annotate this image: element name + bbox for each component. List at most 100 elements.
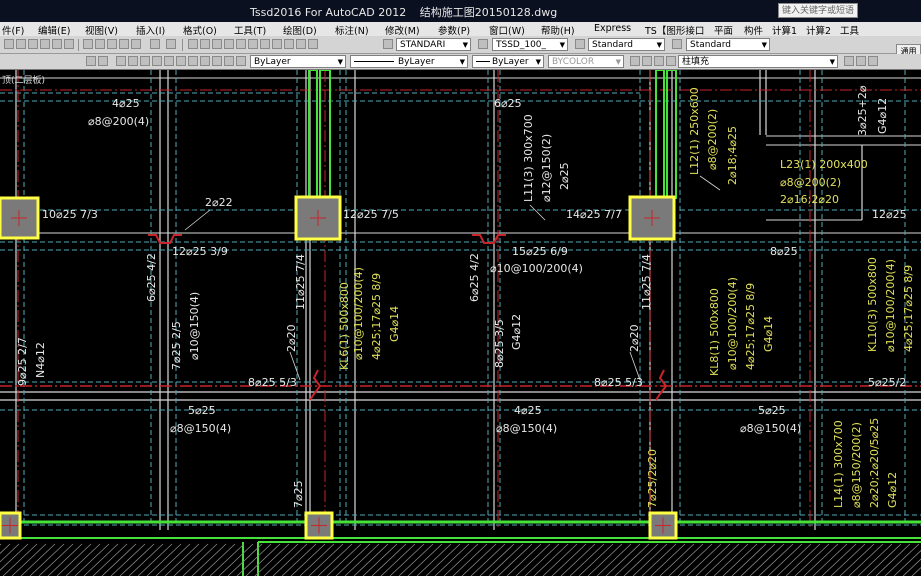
publish-icon[interactable] [64, 39, 74, 49]
sun-icon[interactable] [642, 56, 652, 66]
lock-icon[interactable] [654, 56, 664, 66]
menu-draw[interactable]: 绘图(D) [283, 23, 317, 37]
zoom-window-icon[interactable] [212, 39, 222, 49]
rebar-annotation: KL6(1) 500x800 [338, 282, 351, 370]
layer-color-icon[interactable] [152, 56, 162, 66]
cut-icon[interactable] [83, 39, 93, 49]
layer-lock-icon[interactable] [200, 56, 210, 66]
rebar-annotation: G4⌀14 [388, 306, 401, 342]
print-icon[interactable] [40, 39, 50, 49]
rebar-annotation: 7⌀25 [292, 480, 305, 508]
layer-dropdown[interactable]: 柱填充 ▼ [678, 55, 838, 68]
rebar-annotation: 8⌀25 [770, 245, 798, 258]
rebar-annotation: 3⌀25+2⌀ [856, 85, 869, 136]
properties-icon[interactable] [236, 39, 246, 49]
pan-icon[interactable] [188, 39, 198, 49]
menu-component[interactable]: 构件 [744, 23, 763, 37]
layer-previous-icon[interactable] [224, 56, 234, 66]
text-style-dropdown[interactable]: STANDARI ▼ [396, 38, 471, 51]
markup-icon[interactable] [284, 39, 294, 49]
tool-palettes-icon[interactable] [260, 39, 270, 49]
layer-color-swatch-icon[interactable] [666, 56, 676, 66]
menu-calc1[interactable]: 计算1 [772, 23, 797, 37]
paste-icon[interactable] [107, 39, 117, 49]
redo-icon[interactable] [166, 39, 176, 49]
layer-manager-icon[interactable] [86, 56, 96, 66]
multileader-style-icon[interactable] [672, 39, 682, 49]
linetype-dropdown[interactable]: ByLayer ▼ [350, 55, 468, 68]
standard-toolbar: STANDARI ▼ TSSD_100_ ▼ Standard ▼ Standard ▼ [0, 36, 921, 54]
table-style-icon[interactable] [575, 39, 585, 49]
block-editor-icon[interactable] [131, 39, 141, 49]
layer-walk-icon[interactable] [236, 56, 246, 66]
color-dropdown[interactable]: ByLayer ▼ [250, 55, 346, 68]
app-title: Tssd2016 For AutoCAD 2012 [250, 6, 407, 19]
undo-icon[interactable] [150, 39, 160, 49]
menu-ts-interface[interactable]: TS【图形接口 [645, 23, 704, 37]
menu-help[interactable]: 帮助(H) [541, 23, 575, 37]
preview-icon[interactable] [52, 39, 62, 49]
design-center-icon[interactable] [248, 39, 258, 49]
light-bulb-icon[interactable] [116, 56, 126, 66]
menu-insert[interactable]: 插入(I) [136, 23, 165, 37]
menu-tools-ts[interactable]: 工具 [840, 23, 859, 37]
layer-match-icon[interactable] [212, 56, 222, 66]
menu-express[interactable]: Express [594, 23, 631, 34]
text-style-icon[interactable] [383, 39, 393, 49]
menu-edit[interactable]: 编辑(E) [38, 23, 70, 37]
layer-state-icon[interactable] [98, 56, 108, 66]
menu-calc2[interactable]: 计算2 [806, 23, 831, 37]
rebar-annotation: ⌀8@200(2) [780, 176, 841, 189]
drawing-top-label: 顶(二层板) [2, 74, 45, 86]
layer-previous-icon[interactable] [856, 56, 866, 66]
lineweight-dropdown[interactable]: ByLayer ▼ [472, 55, 544, 68]
menu-view[interactable]: 视图(V) [85, 23, 118, 37]
rebar-annotation: ⌀12@150(2) [540, 134, 553, 202]
menu-file[interactable]: 件(F) [2, 23, 24, 37]
dim-style-icon[interactable] [478, 39, 488, 49]
layer-freeze-icon[interactable] [188, 56, 198, 66]
copy-icon[interactable] [95, 39, 105, 49]
layer-off-icon[interactable] [176, 56, 186, 66]
lock-icon[interactable] [140, 56, 150, 66]
layer-isolate-icon[interactable] [164, 56, 174, 66]
new-icon[interactable] [4, 39, 14, 49]
rebar-annotation: ⌀8@150(4) [740, 422, 801, 435]
rebar-annotation: L11(3) 300x700 [522, 114, 535, 202]
save-icon[interactable] [28, 39, 38, 49]
menu-plan[interactable]: 平面 [714, 23, 733, 37]
plot-style-dropdown[interactable]: BYCOLOR ▼ [548, 55, 624, 68]
menu-parametric[interactable]: 参数(P) [438, 23, 470, 37]
make-current-layer-icon[interactable] [844, 56, 854, 66]
chevron-down-icon: ▼ [559, 41, 565, 49]
table-style-dropdown[interactable]: Standard ▼ [588, 38, 665, 51]
drawing-canvas[interactable]: 顶(二层板) 4⌀25 ⌀8@200(4) 6⌀25L11(3) 300x700 ⌀1… [0, 70, 921, 576]
zoom-realtime-icon[interactable] [200, 39, 210, 49]
help-icon[interactable] [308, 39, 318, 49]
menu-modify[interactable]: 修改(M) [385, 23, 420, 37]
rebar-annotation: 2⌀25 [558, 162, 571, 190]
rebar-annotation: ⌀10@150(4) [188, 292, 201, 360]
zoom-previous-icon[interactable] [224, 39, 234, 49]
properties-toolbar: ByLayer ▼ ByLayer ▼ ByLayer ▼ BYCOLOR ▼ 柱填充 ▼ [0, 54, 921, 70]
rebar-annotation: ⌀8@150/200(2) [850, 422, 863, 508]
file-name: 结构施工图20150128.dwg [419, 6, 558, 19]
rebar-annotation: 12⌀25 7/5 [343, 208, 399, 221]
rebar-annotation: 4⌀25 [112, 97, 140, 110]
open-icon[interactable] [16, 39, 26, 49]
menu-tools[interactable]: 工具(T) [234, 23, 266, 37]
menu-dimension[interactable]: 标注(N) [335, 23, 369, 37]
dim-style-dropdown[interactable]: TSSD_100_ ▼ [492, 38, 568, 51]
sheet-set-icon[interactable] [272, 39, 282, 49]
sun-icon[interactable] [128, 56, 138, 66]
multileader-style-dropdown[interactable]: Standard ▼ [686, 38, 770, 51]
quickcalc-icon[interactable] [296, 39, 306, 49]
layer-states-icon[interactable] [868, 56, 878, 66]
rebar-annotation: 8⌀25 5/3 [248, 376, 297, 389]
menu-format[interactable]: 格式(O) [183, 23, 217, 37]
light-bulb-icon[interactable] [630, 56, 640, 66]
chevron-down-icon: ▼ [761, 41, 767, 49]
help-search-input[interactable]: 键入关键字或短语 [778, 3, 858, 18]
menu-window[interactable]: 窗口(W) [489, 23, 525, 37]
match-properties-icon[interactable] [119, 39, 129, 49]
